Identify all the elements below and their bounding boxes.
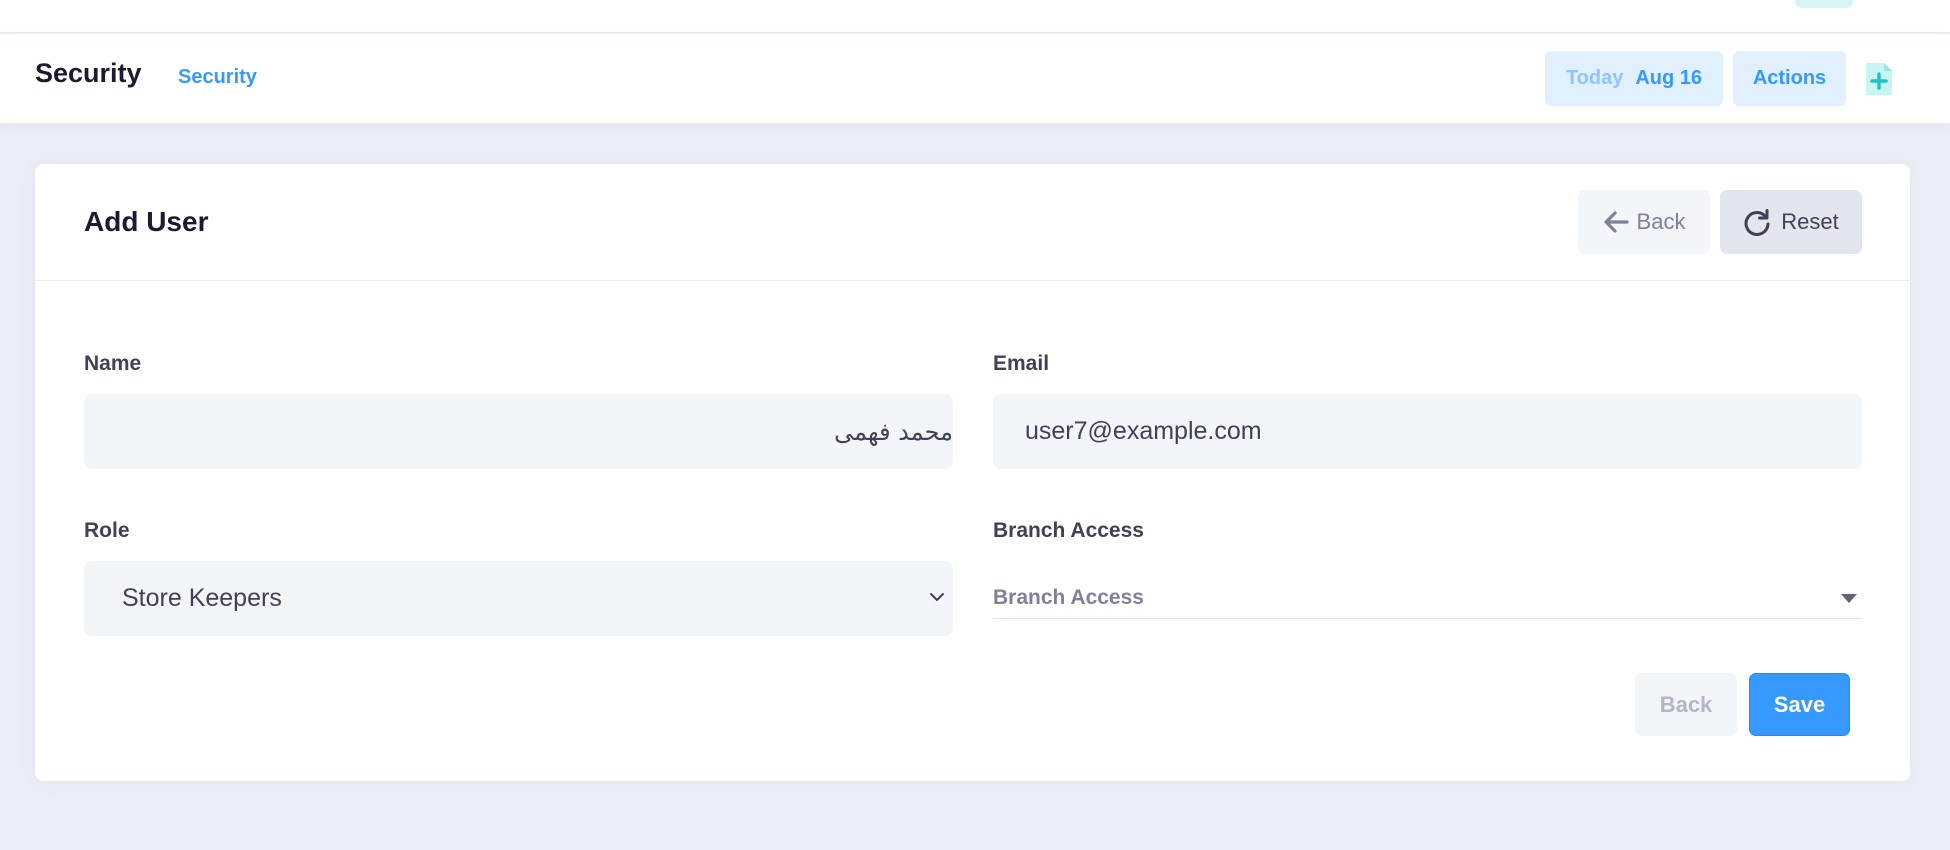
form-back-button[interactable]: Back (1635, 673, 1737, 736)
role-label: Role (84, 519, 130, 542)
name-label: Name (84, 352, 142, 375)
breadcrumb[interactable]: Security (178, 66, 257, 89)
back-label: Back (1636, 209, 1686, 234)
role-value: Store Keepers (122, 584, 282, 612)
top-header (0, 0, 1950, 33)
branch-access-label: Branch Access (993, 519, 1144, 542)
page-title: Security (35, 58, 142, 88)
chevron-down-icon (930, 593, 944, 601)
file-plus-icon[interactable] (1864, 61, 1894, 97)
name-input[interactable] (84, 394, 953, 469)
back-button[interactable]: Back (1578, 190, 1710, 254)
reset-button[interactable]: Reset (1720, 190, 1862, 254)
card-title: Add User (84, 206, 209, 237)
add-user-card: Add User Back Reset Name Email Role Stor… (35, 164, 1910, 781)
role-select[interactable]: Store Keepers (84, 561, 953, 636)
branch-access-placeholder: Branch Access (993, 586, 1144, 609)
email-label: Email (993, 352, 1050, 375)
header-pill[interactable] (1795, 0, 1853, 8)
redo-icon (1744, 209, 1770, 236)
card-header: Add User Back Reset (35, 164, 1910, 281)
arrow-left-icon (1603, 211, 1629, 233)
branch-access-dropdown[interactable]: Branch Access (993, 573, 1862, 619)
actions-button[interactable]: Actions (1733, 51, 1846, 106)
reset-label: Reset (1781, 209, 1839, 234)
save-button[interactable]: Save (1749, 673, 1850, 736)
email-input[interactable] (993, 394, 1862, 469)
date-value: Aug 16 (1635, 67, 1703, 89)
date-label: Today (1565, 67, 1624, 89)
caret-down-icon (1841, 594, 1857, 603)
date-button[interactable]: Today Aug 16 (1545, 51, 1723, 106)
